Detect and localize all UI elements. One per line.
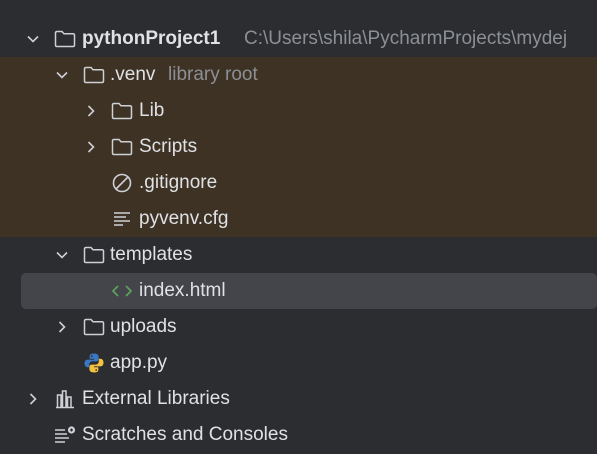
tree-item-label: .gitignore bbox=[139, 172, 218, 193]
tree-row-templates[interactable]: templates bbox=[0, 237, 597, 273]
tree-item-label: Scripts bbox=[139, 136, 198, 157]
tree-row-pyvenv-cfg[interactable]: pyvenv.cfg bbox=[0, 201, 597, 237]
ignore-file-icon bbox=[110, 165, 134, 201]
tree-item-label: pyvenv.cfg bbox=[139, 208, 229, 229]
chevron-right-icon[interactable] bbox=[55, 309, 69, 345]
folder-icon bbox=[82, 309, 106, 345]
tree-item-label: .venv bbox=[110, 64, 156, 85]
tree-item-label: External Libraries bbox=[82, 388, 230, 409]
html-file-icon bbox=[110, 273, 134, 309]
chevron-right-icon[interactable] bbox=[26, 381, 40, 417]
chevron-down-icon[interactable] bbox=[55, 57, 69, 93]
library-icon bbox=[53, 381, 77, 417]
python-file-icon bbox=[82, 345, 106, 381]
tree-row-scripts[interactable]: Scripts bbox=[0, 129, 597, 165]
tree-item-label: uploads bbox=[110, 316, 177, 337]
tree-row-external-libraries[interactable]: External Libraries bbox=[0, 381, 597, 417]
tree-item-label: templates bbox=[110, 244, 193, 265]
tree-row-gitignore[interactable]: .gitignore bbox=[0, 165, 597, 201]
chevron-down-icon[interactable] bbox=[55, 237, 69, 273]
chevron-down-icon[interactable] bbox=[26, 21, 40, 57]
tree-row-scratches[interactable]: Scratches and Consoles bbox=[0, 417, 597, 453]
project-tree: pythonProject1 C:\Users\shila\PycharmPro… bbox=[0, 0, 597, 454]
tree-item-label: index.html bbox=[139, 280, 226, 301]
tree-item-label: Lib bbox=[139, 100, 165, 121]
tree-item-label: pythonProject1 bbox=[82, 28, 221, 49]
text-file-icon bbox=[110, 201, 134, 237]
scratches-icon bbox=[53, 417, 77, 453]
tree-row-project-root[interactable]: pythonProject1 C:\Users\shila\PycharmPro… bbox=[0, 21, 597, 57]
tree-item-label: app.py bbox=[110, 352, 168, 373]
project-path-hint: C:\Users\shila\PycharmProjects\mydej bbox=[244, 28, 568, 49]
folder-icon bbox=[110, 93, 134, 129]
tree-row-uploads[interactable]: uploads bbox=[0, 309, 597, 345]
folder-icon bbox=[53, 21, 77, 57]
tree-row-venv[interactable]: .venv library root bbox=[0, 57, 597, 93]
chevron-right-icon[interactable] bbox=[84, 129, 98, 165]
tree-row-app-py[interactable]: app.py bbox=[0, 345, 597, 381]
folder-icon bbox=[110, 129, 134, 165]
tree-item-label: Scratches and Consoles bbox=[82, 424, 288, 445]
tree-row-lib[interactable]: Lib bbox=[0, 93, 597, 129]
chevron-right-icon[interactable] bbox=[84, 93, 98, 129]
library-root-hint: library root bbox=[168, 64, 258, 85]
folder-icon bbox=[82, 57, 106, 93]
tree-row-index-html[interactable]: index.html bbox=[21, 273, 597, 309]
folder-icon bbox=[82, 237, 106, 273]
